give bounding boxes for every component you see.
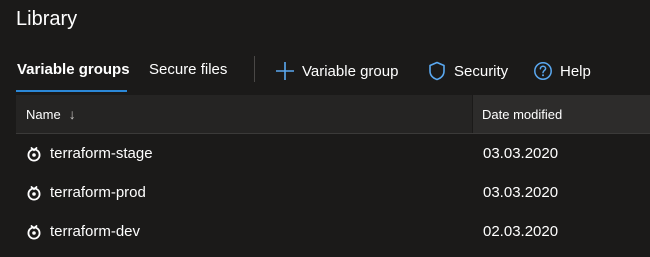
add-variable-group-button[interactable]: Variable group xyxy=(274,58,398,84)
library-tab-bar: Variable groups Secure files Variable gr… xyxy=(0,52,650,92)
add-variable-group-label: Variable group xyxy=(302,62,399,80)
toolbar-divider xyxy=(254,56,255,82)
tab-secure-files[interactable]: Secure files xyxy=(149,61,227,78)
date-modified: 03.03.2020 xyxy=(483,145,559,162)
page-title: Library xyxy=(16,8,78,30)
table-row[interactable]: terraform-dev 02.03.2020 xyxy=(16,212,650,251)
variable-group-name[interactable]: terraform-dev xyxy=(50,223,140,240)
date-modified: 02.03.2020 xyxy=(483,223,559,240)
security-label: Security xyxy=(454,62,509,80)
table-row[interactable]: terraform-prod 03.03.2020 xyxy=(16,173,650,212)
plus-icon xyxy=(274,60,296,82)
help-circle-icon xyxy=(532,60,554,82)
table-header: Name ↓ Date modified xyxy=(16,95,650,134)
variable-group-icon xyxy=(26,185,42,201)
active-tab-indicator xyxy=(16,90,127,92)
table-row[interactable]: terraform-stage 03.03.2020 xyxy=(16,134,650,173)
variable-group-icon xyxy=(26,224,42,240)
date-modified: 03.03.2020 xyxy=(483,184,559,201)
column-header-name[interactable]: Name ↓ xyxy=(16,95,472,133)
help-button[interactable]: Help xyxy=(532,58,591,84)
variable-group-name[interactable]: terraform-stage xyxy=(50,145,153,162)
shield-icon xyxy=(426,60,448,82)
help-label: Help xyxy=(560,62,591,80)
tab-variable-groups[interactable]: Variable groups xyxy=(17,61,130,78)
variable-groups-table: Name ↓ Date modified terraform-stage 03.… xyxy=(16,95,650,251)
column-header-date-modified[interactable]: Date modified xyxy=(472,95,650,133)
variable-group-name[interactable]: terraform-prod xyxy=(50,184,146,201)
sort-descending-icon: ↓ xyxy=(68,106,76,122)
column-header-name-label: Name xyxy=(26,106,61,122)
security-button[interactable]: Security xyxy=(426,58,508,84)
variable-group-icon xyxy=(26,146,42,162)
